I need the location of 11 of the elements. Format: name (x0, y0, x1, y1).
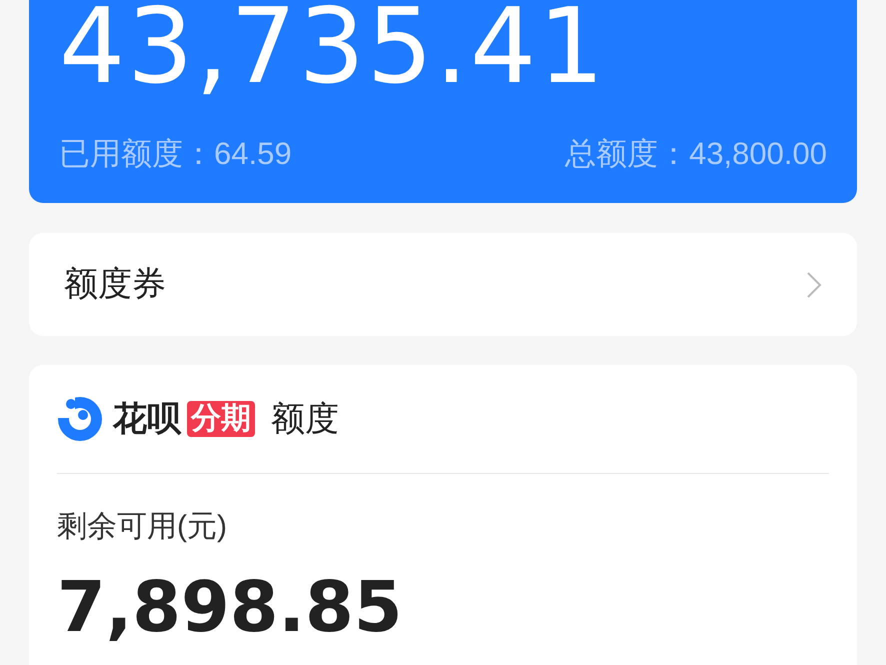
used-credit: 已用额度：64.59 (59, 138, 292, 169)
installment-badge: 分期 (187, 401, 255, 437)
available-amount: 43,735.41 (59, 0, 608, 98)
credit-title: 额度 (271, 398, 339, 440)
chevron-right-icon (806, 270, 822, 298)
remaining-caption: 剩余可用(元) (57, 512, 228, 542)
remaining-amount: 7,898.85 (57, 572, 404, 642)
brand-name: 花呗 (113, 398, 181, 440)
coupon-row[interactable]: 额度券 (29, 233, 857, 336)
logo-icon (57, 396, 103, 442)
total-credit: 总额度：43,800.00 (565, 138, 827, 169)
